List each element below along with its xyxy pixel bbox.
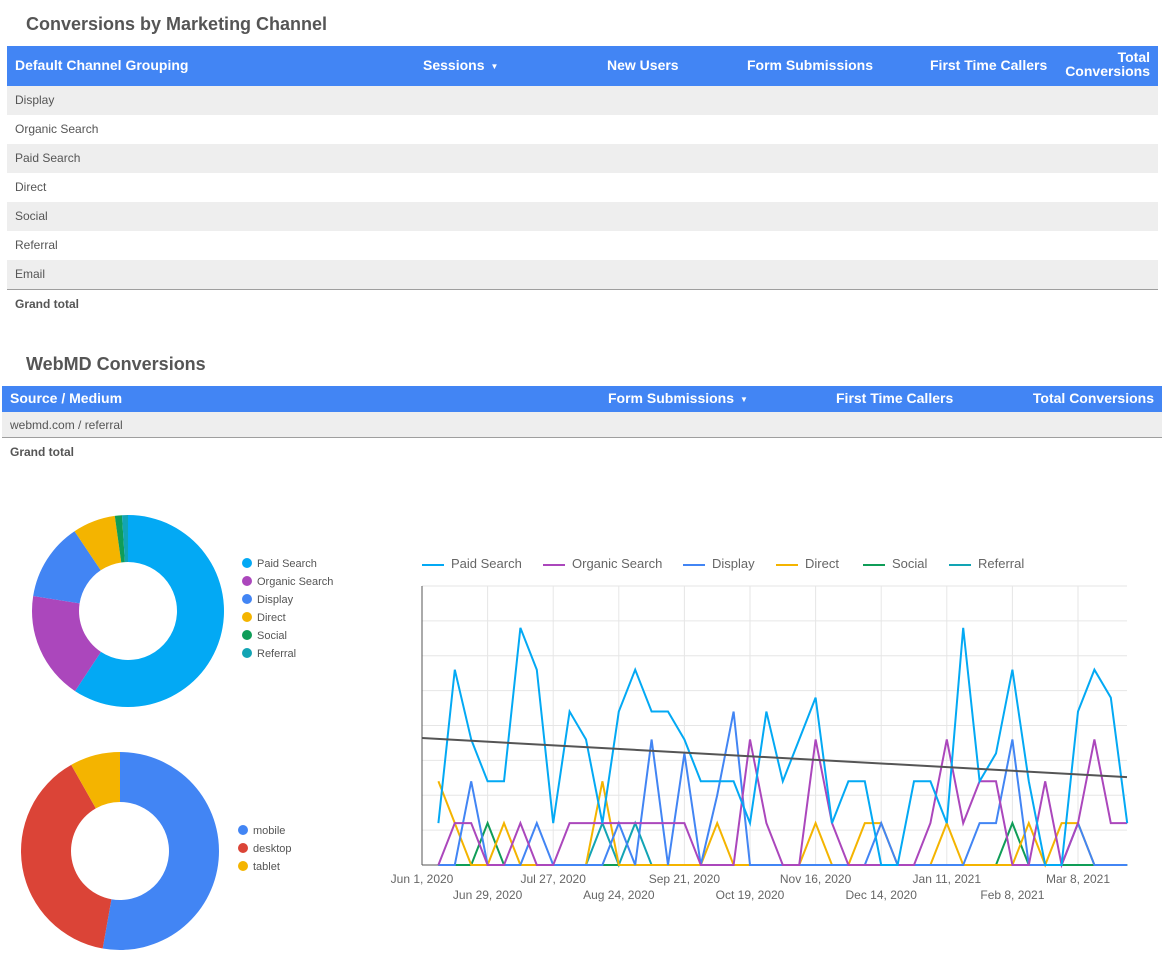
- x-tick-label: Mar 8, 2021: [1046, 872, 1110, 886]
- x-tick-label: Jul 27, 2020: [521, 872, 587, 886]
- x-tick-label: Dec 14, 2020: [846, 888, 918, 902]
- x-tick-label: Jun 1, 2020: [391, 872, 454, 886]
- x-tick-label: Oct 19, 2020: [716, 888, 785, 902]
- series-line-display[interactable]: [438, 711, 1128, 866]
- timeseries-line-chart: Jun 1, 2020 Jun 29, 2020 Jul 27, 2020 Aug 2…: [391, 585, 1129, 902]
- x-tick-label: Sep 21, 2020: [649, 872, 721, 886]
- x-tick-label: Jan 11, 2021: [913, 872, 982, 886]
- x-tick-label: Feb 8, 2021: [980, 888, 1044, 902]
- x-tick-label: Jun 29, 2020: [453, 888, 523, 902]
- x-tick-label: Nov 16, 2020: [780, 872, 852, 886]
- x-tick-label: Aug 24, 2020: [583, 888, 655, 902]
